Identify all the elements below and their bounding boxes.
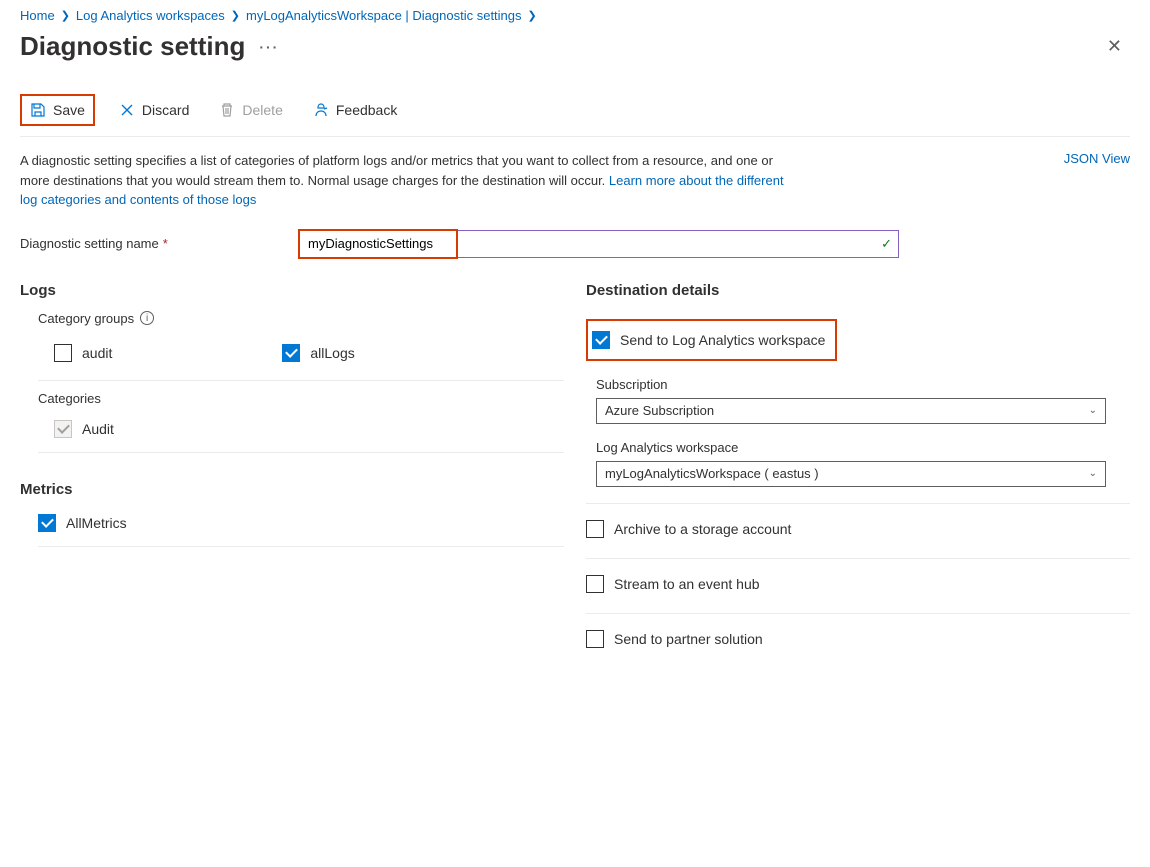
discard-label: Discard — [142, 102, 189, 118]
feedback-label: Feedback — [336, 102, 397, 118]
metrics-block: Metrics AllMetrics — [20, 481, 564, 547]
chevron-right-icon: ❯ — [528, 9, 537, 22]
page-title-text: Diagnostic setting — [20, 31, 245, 62]
feedback-button[interactable]: Feedback — [307, 98, 403, 122]
metrics-heading: Metrics — [20, 481, 564, 498]
subscription-value: Azure Subscription — [605, 403, 714, 418]
chevron-down-icon: ⌄ — [1089, 405, 1097, 416]
delete-label: Delete — [242, 102, 282, 118]
checkbox-checked-icon — [592, 331, 610, 349]
subscription-label: Subscription — [596, 377, 1130, 392]
audit-category-label: Audit — [82, 421, 114, 437]
workspace-value: myLogAnalyticsWorkspace ( eastus ) — [605, 466, 819, 481]
title-row: Diagnostic setting ··· ✕ — [20, 31, 1130, 62]
name-label-text: Diagnostic setting name — [20, 236, 159, 251]
json-view-link[interactable]: JSON View — [1064, 151, 1130, 166]
save-button[interactable]: Save — [24, 98, 91, 122]
discard-icon — [119, 102, 135, 118]
name-label: Diagnostic setting name * — [20, 236, 285, 251]
more-menu-icon[interactable]: ··· — [259, 39, 279, 55]
checkbox-icon — [54, 344, 72, 362]
left-column: Logs Category groups i audit allLogs Cat… — [20, 282, 564, 672]
info-icon[interactable]: i — [140, 311, 154, 325]
breadcrumb-home[interactable]: Home — [20, 8, 55, 23]
breadcrumb-workspaces[interactable]: Log Analytics workspaces — [76, 8, 225, 23]
breadcrumb-diagnostic-settings[interactable]: myLogAnalyticsWorkspace | Diagnostic set… — [246, 8, 522, 23]
checkbox-checked-icon — [38, 514, 56, 532]
categories-label: Categories — [38, 391, 564, 406]
stream-eventhub-label: Stream to an event hub — [614, 576, 760, 592]
separator — [38, 546, 564, 547]
close-icon[interactable]: ✕ — [1099, 32, 1130, 61]
save-label: Save — [53, 102, 85, 118]
name-input-wrap: ✓ — [299, 230, 899, 258]
dest-eventhub: Stream to an event hub — [586, 563, 1130, 614]
main-columns: Logs Category groups i audit allLogs Cat… — [20, 282, 1130, 672]
feedback-icon — [313, 102, 329, 118]
description-text: A diagnostic setting specifies a list of… — [20, 151, 800, 210]
dest-partner: Send to partner solution — [586, 618, 1130, 668]
diagnostic-setting-name-input[interactable] — [300, 231, 898, 257]
name-field-row: Diagnostic setting name * ✓ — [20, 230, 1130, 258]
dest-law-highlight: Send to Log Analytics workspace — [586, 319, 837, 361]
workspace-select[interactable]: myLogAnalyticsWorkspace ( eastus ) ⌄ — [596, 461, 1106, 487]
subscription-select[interactable]: Azure Subscription ⌄ — [596, 398, 1106, 424]
dest-storage: Archive to a storage account — [586, 508, 1130, 559]
checkbox-icon — [586, 575, 604, 593]
archive-storage-checkbox[interactable]: Archive to a storage account — [586, 516, 1130, 542]
categories-block: Categories Audit — [20, 391, 564, 481]
checkbox-icon — [586, 520, 604, 538]
audit-category-checkbox: Audit — [54, 416, 564, 442]
workspace-field: Log Analytics workspace myLogAnalyticsWo… — [596, 440, 1130, 487]
destination-heading: Destination details — [586, 282, 1130, 299]
chevron-down-icon: ⌄ — [1089, 468, 1097, 479]
category-groups-label: Category groups i — [38, 311, 564, 326]
category-groups: audit allLogs — [38, 336, 564, 381]
valid-check-icon: ✓ — [881, 236, 892, 252]
save-icon — [30, 102, 46, 118]
right-column: Destination details Send to Log Analytic… — [586, 282, 1130, 672]
delete-button: Delete — [213, 98, 288, 122]
subscription-field: Subscription Azure Subscription ⌄ — [596, 377, 1130, 424]
checkbox-icon — [586, 630, 604, 648]
logs-heading: Logs — [20, 282, 564, 299]
send-partner-label: Send to partner solution — [614, 631, 763, 647]
trash-icon — [219, 102, 235, 118]
send-to-law-checkbox[interactable]: Send to Log Analytics workspace — [592, 327, 825, 353]
separator — [38, 452, 564, 453]
checkbox-checked-icon — [282, 344, 300, 362]
description-row: A diagnostic setting specifies a list of… — [20, 151, 1130, 210]
archive-storage-label: Archive to a storage account — [614, 521, 791, 537]
toolbar: Save Discard Delete Feedback — [20, 94, 1130, 137]
chevron-right-icon: ❯ — [61, 9, 70, 22]
alllogs-group-checkbox[interactable]: allLogs — [282, 340, 354, 366]
page-title: Diagnostic setting ··· — [20, 31, 279, 62]
save-highlight: Save — [20, 94, 95, 126]
dest-law: Send to Log Analytics workspace Subscrip… — [586, 311, 1130, 504]
audit-group-checkbox[interactable]: audit — [54, 340, 112, 366]
required-asterisk: * — [163, 236, 168, 251]
alllogs-group-label: allLogs — [310, 345, 354, 361]
discard-button[interactable]: Discard — [113, 98, 195, 122]
stream-eventhub-checkbox[interactable]: Stream to an event hub — [586, 571, 1130, 597]
breadcrumb: Home ❯ Log Analytics workspaces ❯ myLogA… — [20, 8, 1130, 23]
send-to-law-label: Send to Log Analytics workspace — [620, 332, 825, 348]
send-partner-checkbox[interactable]: Send to partner solution — [586, 626, 1130, 652]
allmetrics-checkbox[interactable]: AllMetrics — [38, 510, 564, 536]
chevron-right-icon: ❯ — [231, 9, 240, 22]
workspace-label: Log Analytics workspace — [596, 440, 1130, 455]
audit-group-label: audit — [82, 345, 112, 361]
checkbox-disabled-checked-icon — [54, 420, 72, 438]
allmetrics-label: AllMetrics — [66, 515, 127, 531]
